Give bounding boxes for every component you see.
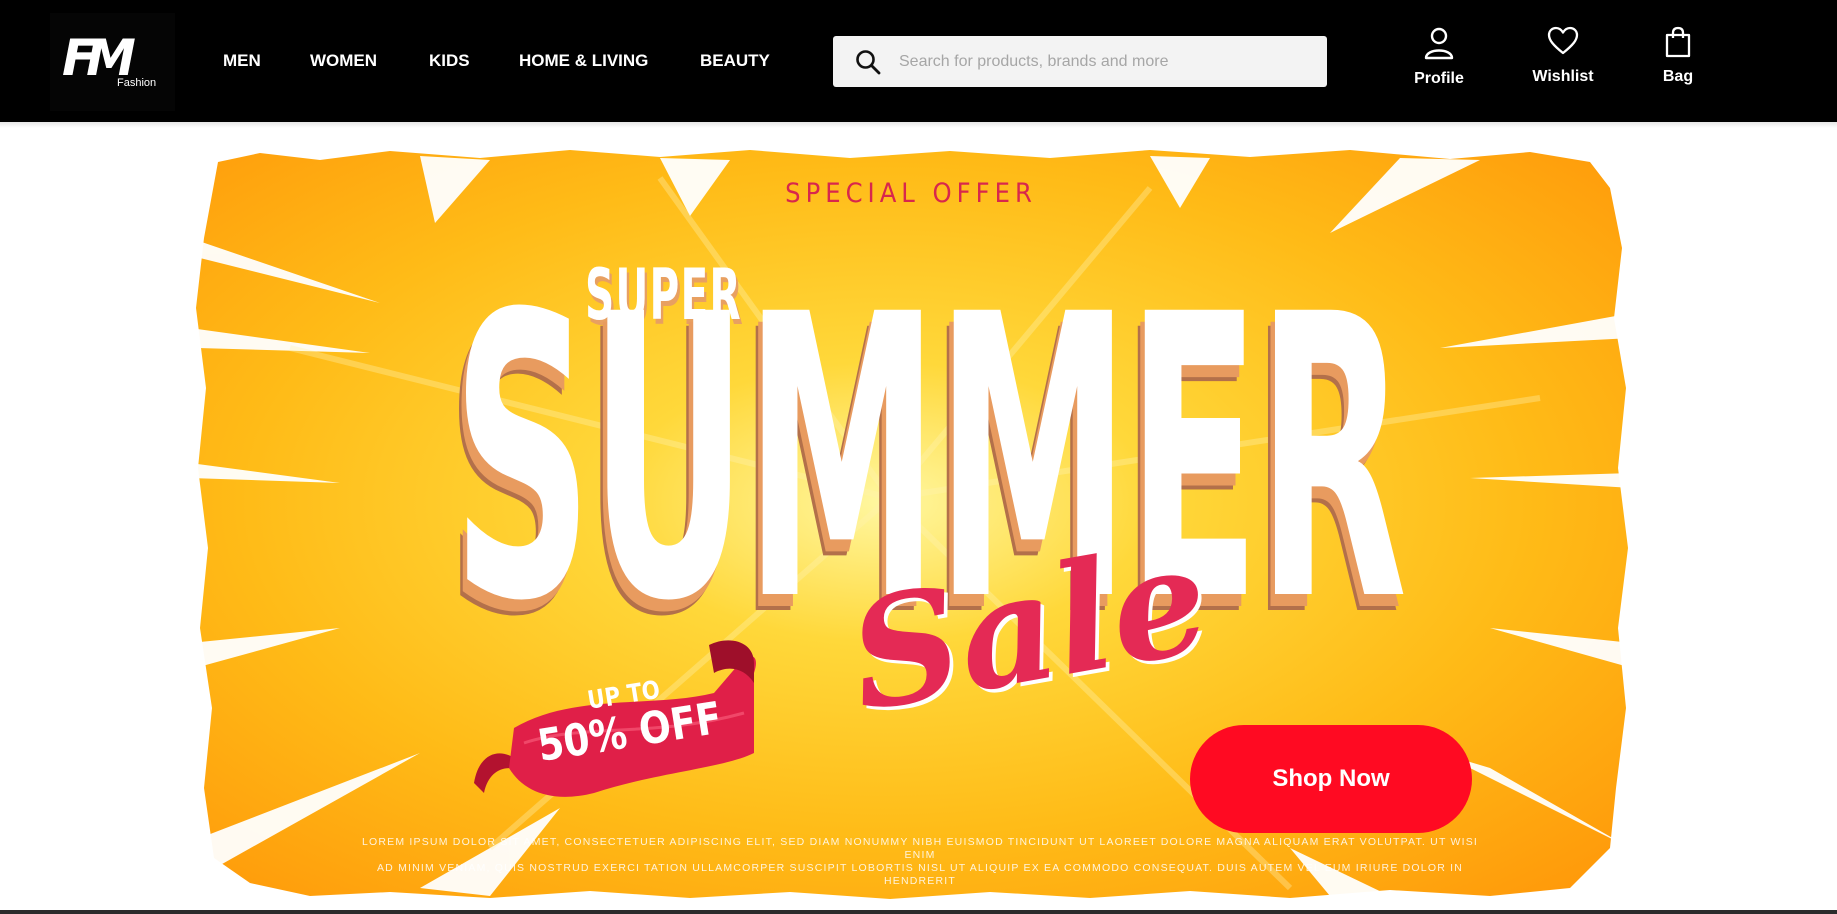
wishlist-button[interactable]: Wishlist xyxy=(1518,26,1608,86)
wishlist-label: Wishlist xyxy=(1532,68,1594,85)
logo-subtitle: Fashion xyxy=(117,77,157,89)
profile-button[interactable]: Profile xyxy=(1394,26,1484,88)
nav-beauty[interactable]: BEAUTY xyxy=(700,51,770,71)
search-bar xyxy=(833,36,1327,87)
hero-banner[interactable]: SPECIAL OFFER SUPER SUMMER Sale UP TO 50… xyxy=(190,148,1632,900)
banner-fine-print: LOREM IPSUM DOLOR SIT AMET, CONSECTETUER… xyxy=(350,836,1490,889)
nav-men[interactable]: MEN xyxy=(223,51,261,71)
logo-mark: FM xyxy=(62,29,136,87)
fine-print-line-2: AD MINIM VENIAM, QUIS NOSTRUD EXERCI TAT… xyxy=(376,862,1464,888)
profile-label: Profile xyxy=(1414,70,1464,87)
nav-women[interactable]: WOMEN xyxy=(310,51,377,71)
bag-label: Bag xyxy=(1662,68,1694,85)
search-icon[interactable] xyxy=(853,47,883,77)
shop-now-button[interactable]: Shop Now xyxy=(1190,725,1472,833)
special-offer-text: SPECIAL OFFER xyxy=(785,178,1037,209)
nav-home-living[interactable]: HOME & LIVING xyxy=(519,51,648,71)
nav-kids[interactable]: KIDS xyxy=(429,51,470,71)
shopping-bag-icon xyxy=(1665,26,1691,58)
heart-icon xyxy=(1547,26,1579,55)
top-header: FM Fashion MEN WOMEN KIDS HOME & LIVING … xyxy=(0,0,1837,122)
fine-print-line-1: LOREM IPSUM DOLOR SIT AMET, CONSECTETUER… xyxy=(361,836,1479,862)
bag-button[interactable]: Bag xyxy=(1633,26,1723,86)
search-input[interactable] xyxy=(899,36,1319,87)
user-icon xyxy=(1424,27,1454,60)
header-shadow xyxy=(0,122,1837,128)
brand-logo[interactable]: FM Fashion xyxy=(50,13,175,111)
page-bottom-border xyxy=(0,910,1837,914)
